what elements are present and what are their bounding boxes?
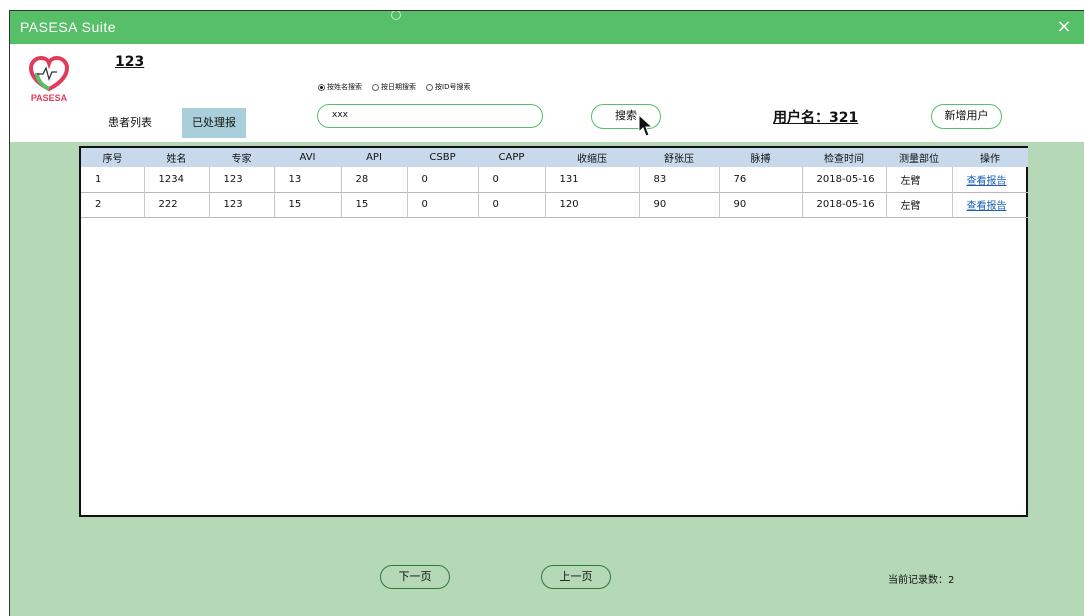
circle-icon [391,11,401,20]
search-mode-group: 按姓名搜索 按日期搜索 按ID号搜索 [318,82,470,92]
cell-csbp: 0 [407,192,479,217]
cell-diastolic: 83 [639,167,720,192]
column-header: API [366,152,382,163]
cell-site: 左臂 [886,192,953,217]
cell-pulse: 76 [719,167,803,192]
report-table: 序号 姓名 专家 AVI API CSBP CAPP 收缩压 舒张压 脉搏 检查… [81,148,1028,218]
next-page-button[interactable]: 下一页 [380,565,450,589]
table-row[interactable]: 1 1234 123 13 28 0 0 131 83 76 2018-05-1… [81,167,1028,192]
tab-processed-reports[interactable]: 已处理报告 [182,108,246,159]
cell-systolic: 120 [545,192,640,217]
app-window: PASESA Suite × PASESA 123 患者列表 已处理报告 按姓名… [9,10,1084,616]
radio-label: 按ID号搜索 [435,83,471,91]
cell-capp: 0 [478,167,546,192]
cell-action: 查看报告 [952,167,1028,192]
column-header: 专家 [231,154,252,165]
cell-index: 1 [81,167,145,192]
radio-label: 按日期搜索 [381,83,416,91]
column-header: 操作 [980,154,1000,165]
search-input[interactable]: xxx [317,104,543,128]
table-header-row: 序号 姓名 专家 AVI API CSBP CAPP 收缩压 舒张压 脉搏 检查… [81,148,1028,167]
cell-capp: 0 [478,192,546,217]
cell-site: 左臂 [886,167,953,192]
column-header: 脉搏 [750,154,771,165]
table-row[interactable]: 2 222 123 15 15 0 0 120 90 90 2018-05-16… [81,192,1028,217]
report-table-panel: 序号 姓名 专家 AVI API CSBP CAPP 收缩压 舒张压 脉搏 检查… [79,146,1028,517]
column-header: AVI [299,152,316,163]
close-icon[interactable]: × [1054,17,1074,37]
radio-search-by-id[interactable]: 按ID号搜索 [426,82,470,92]
cell-name: 1234 [144,167,210,192]
column-header: 姓名 [166,154,187,165]
logo-text: PASESA [31,93,68,103]
radio-unchecked-icon[interactable] [372,83,379,91]
cell-expert: 123 [209,167,275,192]
cell-action: 查看报告 [952,192,1028,217]
cell-avi: 15 [274,192,342,217]
mouse-cursor-icon [638,114,654,137]
app-title: PASESA Suite [20,19,117,35]
view-report-link[interactable]: 查看报告 [967,201,1007,212]
pasesa-logo: PASESA [28,55,70,103]
radio-checked-icon[interactable] [318,83,325,91]
username-label: 用户名：321 [773,110,859,126]
column-header: 检查时间 [824,154,864,165]
tab-patient-list[interactable]: 患者列表 [102,108,158,138]
cell-api: 15 [341,192,408,217]
cell-expert: 123 [209,192,275,217]
column-header: CSBP [429,152,456,163]
view-report-link[interactable]: 查看报告 [967,176,1007,187]
column-header: 收缩压 [577,154,607,165]
cell-diastolic: 90 [639,192,720,217]
user-id: 123 [115,54,145,70]
cell-pulse: 90 [719,192,803,217]
cell-systolic: 131 [545,167,640,192]
prev-page-button[interactable]: 上一页 [541,565,611,589]
cell-avi: 13 [274,167,342,192]
radio-unchecked-icon[interactable] [426,83,433,91]
radio-search-by-name[interactable]: 按姓名搜索 [318,82,362,92]
cell-index: 2 [81,192,145,217]
column-header: 舒张压 [664,154,694,165]
cell-exam-time: 2018-05-16 [802,192,887,217]
cell-csbp: 0 [407,167,479,192]
add-user-button[interactable]: 新增用户 [931,104,1002,129]
column-header: 序号 [102,154,123,165]
column-header: CAPP [498,152,525,163]
radio-label: 按姓名搜索 [327,83,362,91]
cell-name: 222 [144,192,210,217]
cell-exam-time: 2018-05-16 [802,167,887,192]
radio-search-by-date[interactable]: 按日期搜索 [372,82,416,92]
cell-api: 28 [341,167,408,192]
record-count: 当前记录数：2 [888,575,955,586]
title-bar: PASESA Suite × [10,11,1084,44]
column-header: 测量部位 [899,154,939,165]
content-area: 序号 姓名 专家 AVI API CSBP CAPP 收缩压 舒张压 脉搏 检查… [10,142,1084,616]
